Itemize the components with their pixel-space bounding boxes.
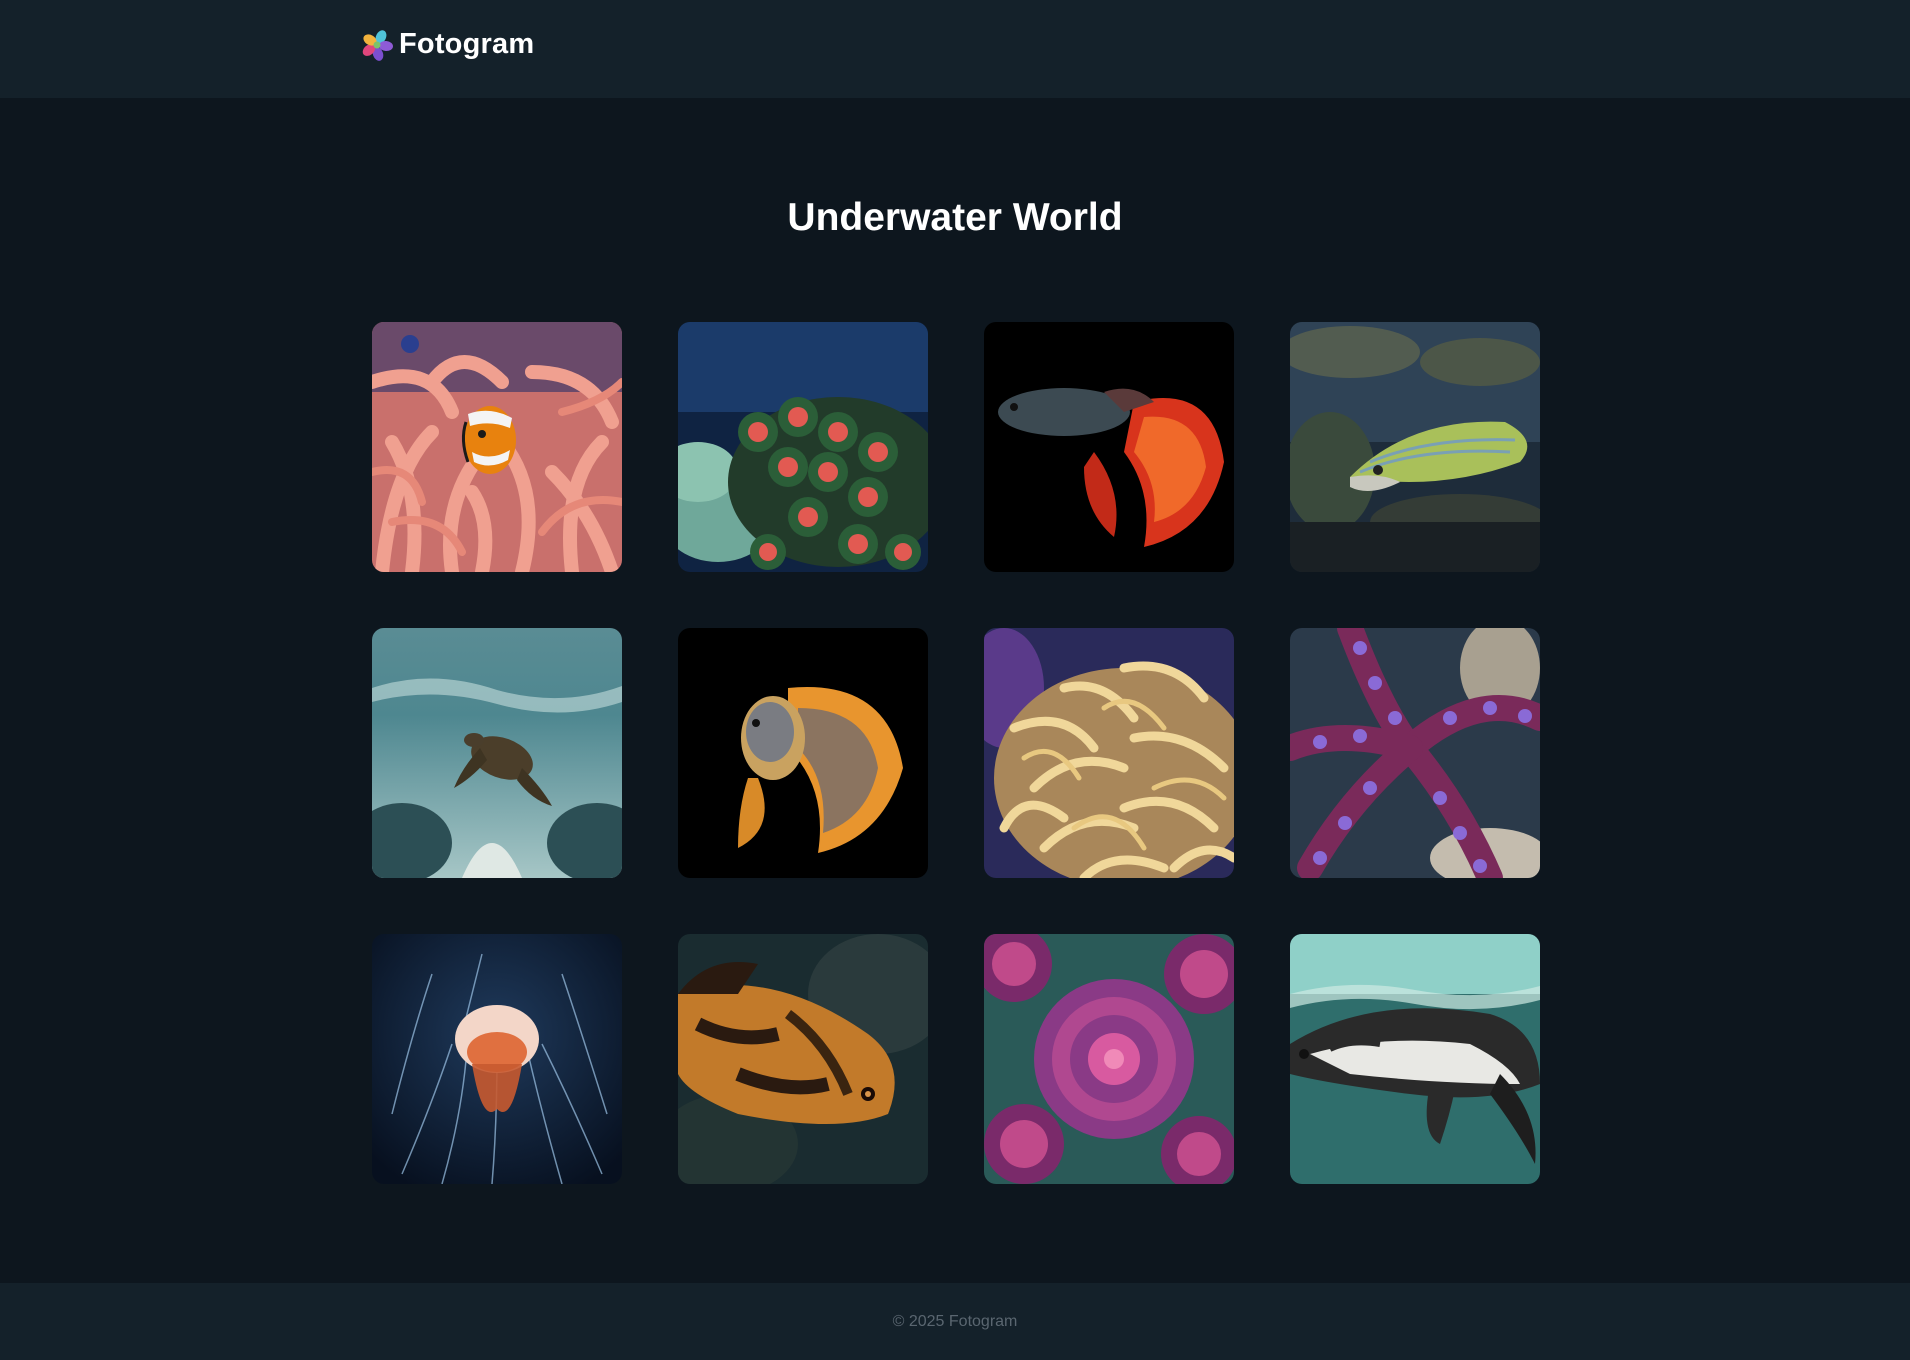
page-title: Underwater World xyxy=(787,196,1123,239)
brand-name: Fotogram xyxy=(399,28,535,60)
brand-logo[interactable]: Fotogram xyxy=(361,28,534,61)
coral-polyps-image xyxy=(984,934,1234,1184)
photo-sea-turtle[interactable] xyxy=(372,628,622,878)
green-wrasse-image xyxy=(1290,322,1540,572)
photo-coral-polyps[interactable] xyxy=(984,934,1234,1184)
octopus-image xyxy=(1290,628,1540,878)
red-betta-image xyxy=(984,322,1234,572)
photo-penguin[interactable] xyxy=(1290,934,1540,1184)
photo-clownfish[interactable] xyxy=(372,322,622,572)
clownfish-image xyxy=(372,322,622,572)
photo-octopus[interactable] xyxy=(1290,628,1540,878)
photo-zoanthid-coral[interactable] xyxy=(678,322,928,572)
orange-betta-image xyxy=(678,628,928,878)
flower-petals-icon xyxy=(362,29,393,61)
copyright-text: © 2025 Fotogram xyxy=(892,1313,1018,1330)
sea-turtle-image xyxy=(372,628,622,878)
yellow-anemone-image xyxy=(984,628,1234,878)
photo-red-betta[interactable] xyxy=(984,322,1234,572)
photo-green-wrasse[interactable] xyxy=(1290,322,1540,572)
zoanthid-coral-image xyxy=(678,322,928,572)
oscar-fish-image xyxy=(678,934,928,1184)
photo-oscar-fish[interactable] xyxy=(678,934,928,1184)
photo-jellyfish[interactable] xyxy=(372,934,622,1184)
page-footer: © 2025 Fotogram xyxy=(0,1283,1910,1360)
penguin-image xyxy=(1290,934,1540,1184)
photo-gallery xyxy=(372,322,1540,1184)
top-header: Fotogram xyxy=(0,0,1910,98)
photo-orange-betta[interactable] xyxy=(678,628,928,878)
jellyfish-image xyxy=(372,934,622,1184)
photo-yellow-anemone[interactable] xyxy=(984,628,1234,878)
